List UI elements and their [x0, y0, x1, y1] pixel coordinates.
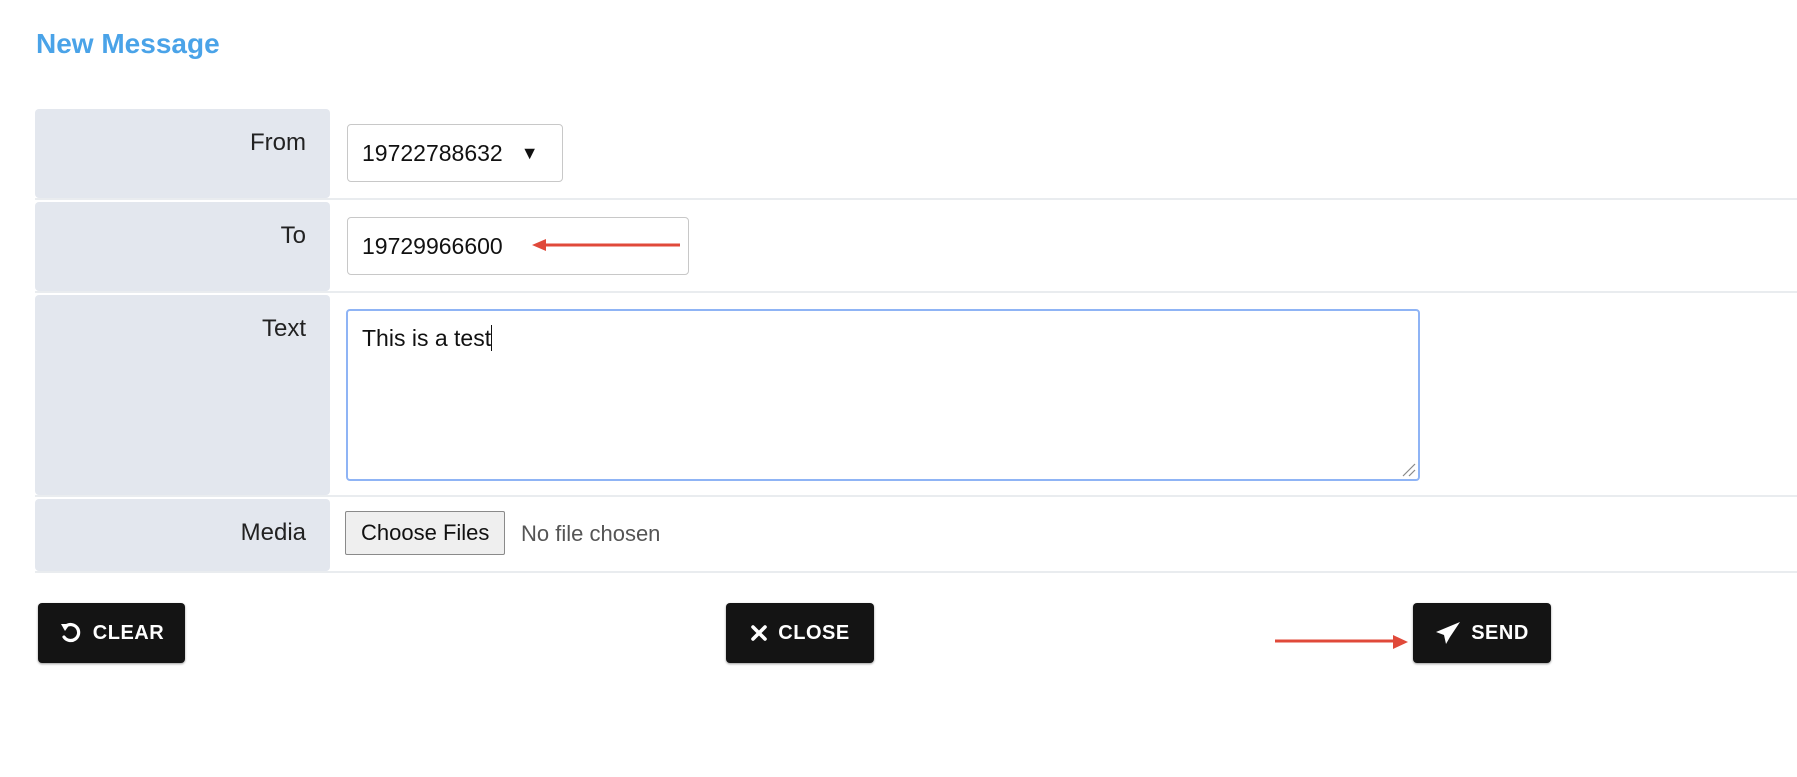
from-select-value: 19722788632 — [362, 139, 503, 166]
page-title: New Message — [36, 28, 220, 59]
to-row: To 19729966600 — [35, 202, 1797, 293]
text-area-value: This is a test — [362, 325, 492, 351]
text-area[interactable]: This is a test — [346, 309, 1420, 481]
clear-button-label: CLEAR — [92, 621, 165, 644]
paper-plane-icon — [1436, 622, 1461, 644]
resize-handle-icon[interactable] — [1400, 461, 1416, 477]
from-label: From — [35, 109, 330, 198]
annotation-arrow-send — [1275, 635, 1408, 649]
dropdown-caret-icon: ▼ — [520, 142, 539, 163]
text-row: Text This is a test — [35, 295, 1797, 497]
undo-icon — [60, 622, 81, 643]
message-form: From 19722788632 ▼ To 19729966600 Text T… — [35, 109, 1797, 573]
close-icon — [751, 625, 768, 641]
clear-button[interactable]: CLEAR — [38, 603, 185, 663]
close-button-label: CLOSE — [778, 621, 850, 644]
file-status-text: No file chosen — [521, 521, 661, 546]
to-input-value: 19729966600 — [362, 232, 503, 259]
to-label: To — [35, 202, 330, 291]
media-row: Media Choose Files No file chosen — [35, 499, 1797, 573]
from-select[interactable]: 19722788632 ▼ — [347, 124, 563, 182]
annotation-arrow-to — [532, 239, 680, 251]
text-cursor — [491, 325, 493, 351]
choose-files-button[interactable]: Choose Files — [345, 511, 506, 555]
text-label: Text — [35, 295, 330, 495]
from-row: From 19722788632 ▼ — [35, 109, 1797, 200]
send-button[interactable]: SEND — [1413, 603, 1551, 663]
close-button[interactable]: CLOSE — [726, 603, 874, 663]
send-button-label: SEND — [1471, 621, 1529, 644]
media-label: Media — [35, 499, 330, 571]
